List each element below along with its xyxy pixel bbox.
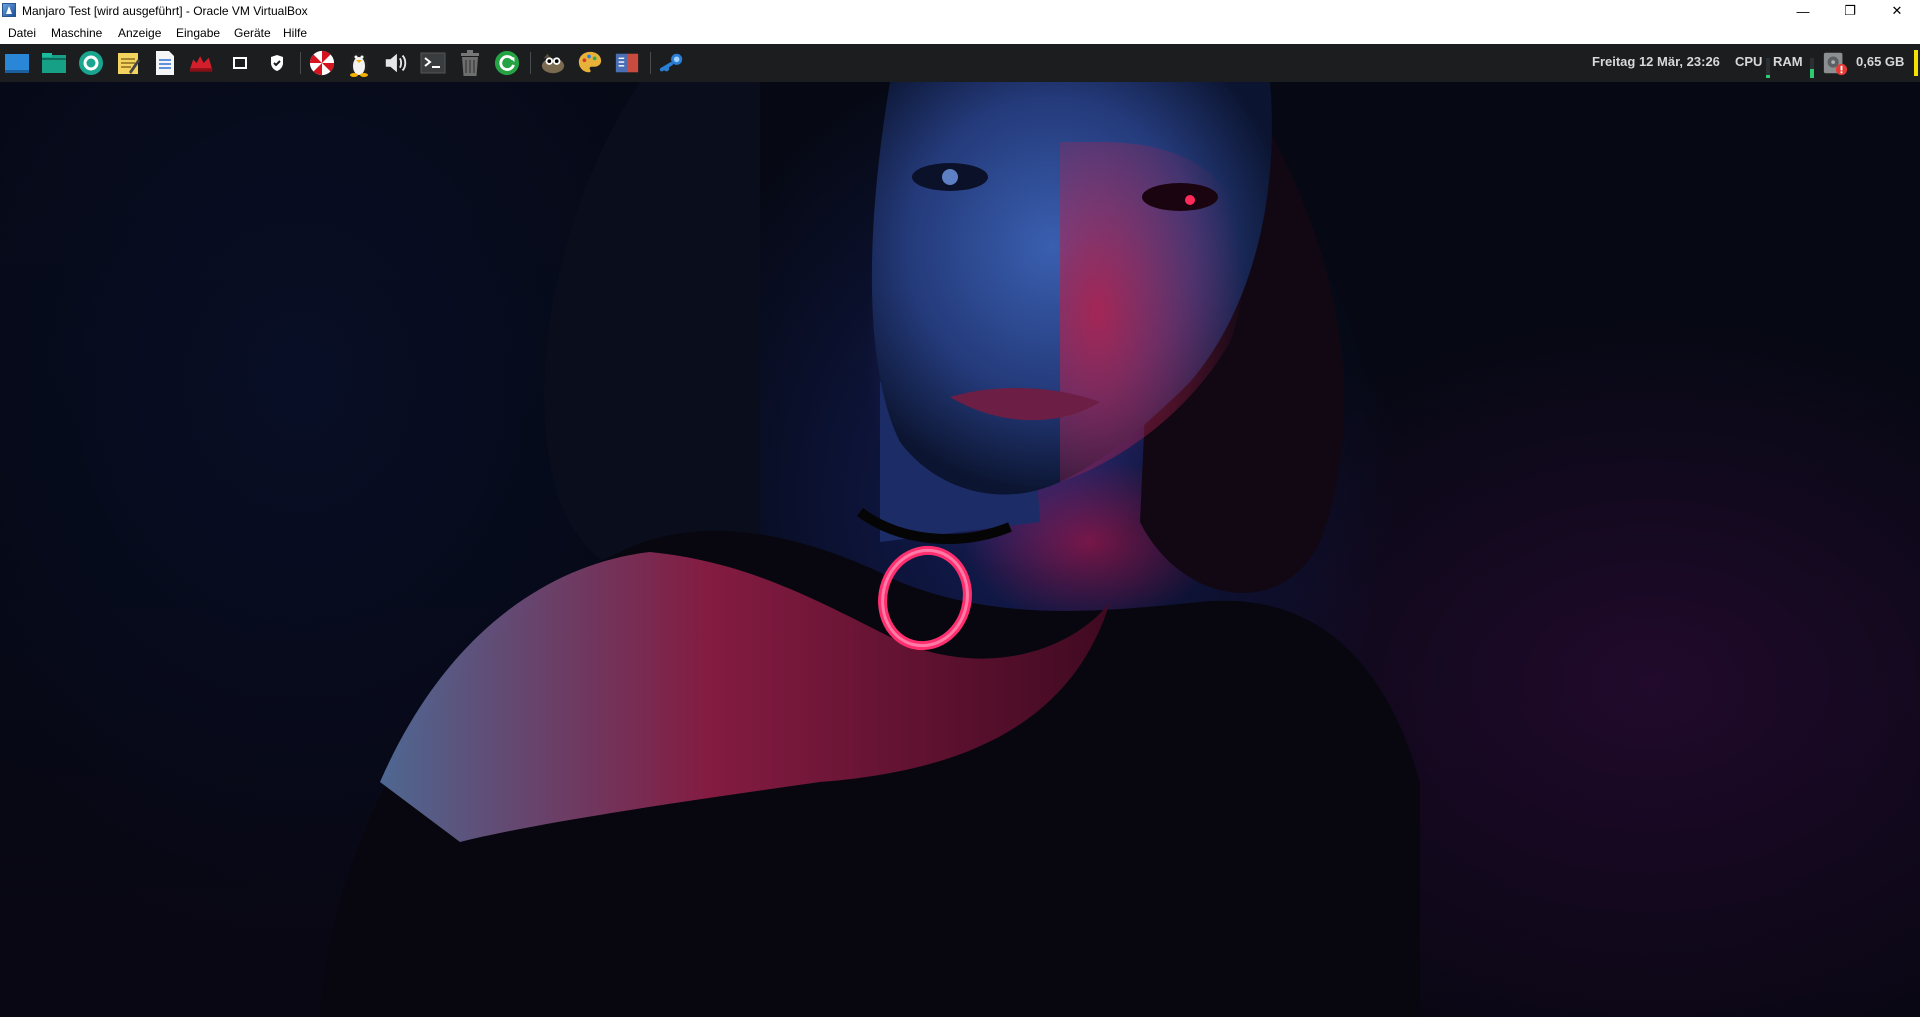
disk-usage-bar <box>1914 50 1918 76</box>
minimize-icon: — <box>1796 3 1810 19</box>
menu-datei[interactable]: Datei <box>8 26 36 40</box>
restore-button[interactable]: ❐ <box>1827 0 1873 22</box>
minimize-button[interactable]: — <box>1780 0 1826 22</box>
file-manager-icon[interactable] <box>41 50 67 76</box>
ram-usage-fill <box>1810 69 1814 78</box>
menu-maschine[interactable]: Maschine <box>51 26 102 40</box>
steam-icon[interactable] <box>659 50 685 76</box>
desktop-wallpaper[interactable] <box>0 82 1920 1017</box>
ram-label: RAM <box>1773 54 1803 69</box>
volume-icon[interactable] <box>383 50 409 76</box>
update-icon[interactable] <box>494 50 520 76</box>
cpu-usage-fill <box>1766 75 1770 78</box>
shield-icon[interactable] <box>264 50 290 76</box>
disk-warning-icon[interactable] <box>1822 50 1848 76</box>
menu-eingabe[interactable]: Eingabe <box>176 26 220 40</box>
restore-icon: ❐ <box>1844 3 1856 18</box>
panel-separator <box>650 52 651 74</box>
show-desktop-icon[interactable] <box>4 50 30 76</box>
umbrella-logo-icon[interactable] <box>309 50 335 76</box>
tux-penguin-icon[interactable] <box>346 50 372 77</box>
window-titlebar: Manjaro Test [wird ausgeführt] - Oracle … <box>0 0 1920 22</box>
cpu-label: CPU <box>1735 54 1763 69</box>
panel-separator <box>530 52 531 74</box>
clock-datetime[interactable]: Freitag 12 Mär, 23:26 <box>1592 54 1720 69</box>
browser-icon[interactable] <box>78 50 104 76</box>
window-icon[interactable] <box>227 50 253 76</box>
document-viewer-icon[interactable] <box>152 50 178 76</box>
gimp-icon[interactable] <box>540 50 566 76</box>
panel-separator <box>300 52 301 74</box>
ram-usage-bar <box>1810 58 1814 78</box>
menu-hilfe[interactable]: Hilfe <box>283 26 307 40</box>
screen-capture-icon[interactable] <box>614 50 640 76</box>
text-editor-icon[interactable] <box>115 50 141 76</box>
close-button[interactable]: ✕ <box>1874 0 1920 22</box>
trash-icon[interactable] <box>457 50 483 76</box>
palette-icon[interactable] <box>577 50 603 76</box>
menu-geraete[interactable]: Geräte <box>234 26 271 40</box>
red-app-icon[interactable] <box>188 50 214 76</box>
window-title: Manjaro Test [wird ausgeführt] - Oracle … <box>22 4 308 18</box>
menu-bar: Datei Maschine Anzeige Eingabe Geräte Hi… <box>0 22 1920 44</box>
guest-top-panel: Freitag 12 Mär, 23:26 CPU RAM 0,65 GB <box>0 44 1920 83</box>
disk-free-label: 0,65 GB <box>1856 54 1905 69</box>
cpu-usage-bar <box>1766 58 1770 78</box>
menu-anzeige[interactable]: Anzeige <box>118 26 161 40</box>
virtualbox-app-icon <box>2 3 16 17</box>
close-icon: ✕ <box>1891 3 1903 18</box>
wallpaper-portrait <box>320 82 1420 1017</box>
terminal-icon[interactable] <box>420 50 446 76</box>
